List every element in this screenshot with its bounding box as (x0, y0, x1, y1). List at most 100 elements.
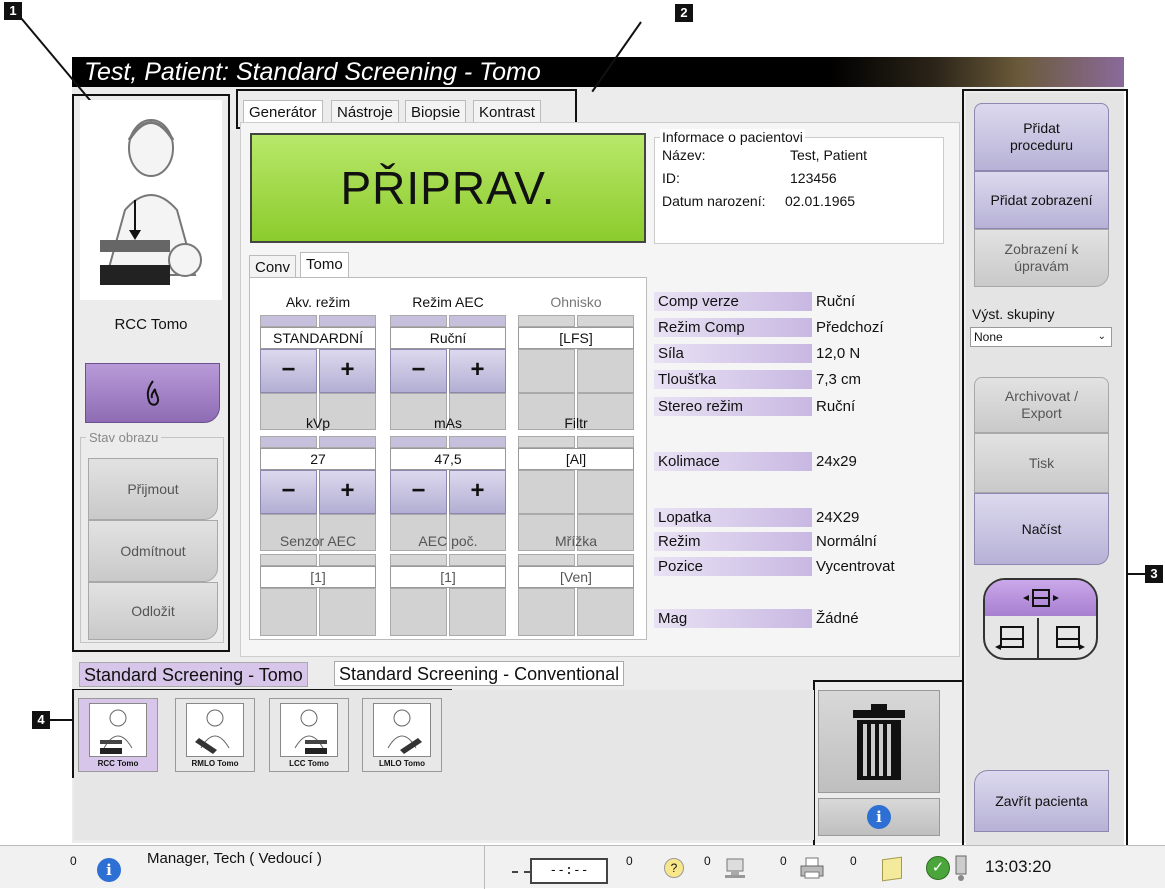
acq-mode-minus-button[interactable]: − (260, 349, 317, 393)
paddle-left-button[interactable] (985, 618, 1039, 658)
aec-mode-plus-button[interactable]: + (449, 349, 506, 393)
count-1: 0 (626, 854, 633, 868)
help-icon[interactable]: ? (664, 858, 684, 878)
info-value: 24x29 (816, 453, 857, 470)
load-button[interactable]: Načíst (974, 493, 1109, 565)
tab-biopsy[interactable]: Biopsie (405, 100, 467, 124)
rcc-view-icon (89, 703, 147, 757)
thumbnail-rcc-tomo[interactable]: RCC Tomo (78, 698, 158, 772)
mas-plus-button[interactable]: + (449, 470, 506, 514)
focus-control: [LFS] (518, 315, 634, 430)
aec-sensor-control: [1] (260, 554, 376, 636)
paddle-right-icon (1055, 626, 1085, 650)
aec-mode-minus-button[interactable]: − (390, 349, 447, 393)
info-value: 24X29 (816, 509, 860, 526)
aec-mode-control: Ruční − + (390, 315, 506, 430)
aec-count-control: [1] (390, 554, 506, 636)
focus-label: Ohnisko (550, 294, 602, 310)
info-key: Režim Comp (654, 318, 812, 337)
expose-button[interactable] (85, 363, 220, 423)
grid-value: [Ven] (518, 566, 634, 588)
acq-mode-label: Akv. režim (285, 294, 351, 310)
rmlo-view-icon (186, 703, 244, 757)
thumbnail-lmlo-tomo[interactable]: LMLO Tomo (362, 698, 442, 772)
callout-4: 4 (32, 711, 50, 729)
check-status-icon[interactable]: ✓ (926, 856, 950, 880)
thumbnail-rmlo-tomo[interactable]: RMLO Tomo (175, 698, 255, 772)
grid-control: [Ven] (518, 554, 634, 636)
kvp-minus-button[interactable]: − (260, 470, 317, 514)
info-button[interactable]: i (818, 798, 940, 836)
output-groups-label: Výst. skupiny (972, 306, 1055, 322)
tab-generator[interactable]: Generátor (243, 100, 323, 124)
paddle-right-button[interactable] (1041, 618, 1096, 658)
count-3: 0 (780, 854, 787, 868)
info-value: Vycentrovat (816, 558, 895, 575)
patient-name: Test, Patient (790, 147, 868, 163)
info-key: Comp verze (654, 292, 812, 311)
accept-button[interactable]: Přijmout (88, 458, 218, 520)
procedure-tab-conventional[interactable]: Standard Screening - Conventional (334, 661, 625, 686)
chevron-down-icon: ⌄ (1097, 331, 1106, 342)
add-procedure-button[interactable]: Přidat proceduru (974, 103, 1109, 171)
thumbnail-lcc-tomo[interactable]: LCC Tomo (269, 698, 349, 772)
breast-compression-icon (100, 119, 202, 285)
defer-button[interactable]: Odložit (88, 582, 218, 640)
tab-tomo[interactable]: Tomo (300, 252, 349, 278)
callout-3-connector (813, 680, 964, 682)
info-key: Tloušťka (654, 370, 812, 389)
callout-3-line (1128, 573, 1145, 575)
tab-conv[interactable]: Conv (249, 255, 297, 279)
mas-minus-button[interactable]: − (390, 470, 447, 514)
aec-sensor-label: Senzor AEC (279, 533, 357, 549)
aec-mode-label: Režim AEC (412, 294, 484, 310)
view-label: RCC Tomo (114, 316, 188, 333)
timer-dashes (512, 871, 530, 873)
paddle-shift-button[interactable] (983, 578, 1098, 660)
info-value: Předchozí (816, 319, 884, 336)
kvp-plus-button[interactable]: + (319, 470, 376, 514)
user-label[interactable]: Manager, Tech ( Vedoucí ) (147, 850, 322, 867)
info-icon[interactable]: i (97, 858, 121, 882)
info-key: Lopatka (654, 508, 812, 527)
paddle-center-button[interactable] (985, 580, 1096, 616)
timer-display: --:-- (530, 858, 608, 884)
reject-button[interactable]: Odmítnout (88, 520, 218, 582)
kvp-label: kVp (305, 415, 331, 431)
count-4: 0 (850, 854, 857, 868)
edit-view-button[interactable]: Zobrazení k úpravám (974, 229, 1109, 287)
callout-4-line (50, 719, 72, 721)
filter-value: [Al] (518, 448, 634, 470)
patient-id-label: ID: (662, 170, 680, 186)
callout-1: 1 (4, 2, 22, 20)
device-icon[interactable] (952, 854, 972, 882)
output-groups-select[interactable]: None ⌄ (970, 327, 1112, 347)
output-groups-value: None (974, 330, 1003, 344)
acq-mode-control: STANDARDNÍ − + (260, 315, 376, 430)
info-value: 7,3 cm (816, 371, 862, 388)
tab-contrast[interactable]: Kontrast (473, 100, 541, 124)
archive-export-button[interactable]: Archivovat / Export (974, 377, 1109, 433)
print-button[interactable]: Tisk (974, 433, 1109, 493)
printer-icon[interactable] (798, 856, 826, 880)
patient-info-label: Informace o pacientovi (660, 129, 805, 145)
add-view-button[interactable]: Přidat zobrazení (974, 171, 1109, 229)
info-key: Pozice (654, 557, 812, 576)
procedure-tab-tomo[interactable]: Standard Screening - Tomo (79, 662, 308, 687)
acq-mode-plus-button[interactable]: + (319, 349, 376, 393)
tab-tools[interactable]: Nástroje (331, 100, 399, 124)
delete-button[interactable] (818, 690, 940, 793)
thumbnail-label: LCC Tomo (289, 759, 329, 768)
ready-text: PŘIPRAV. (340, 162, 556, 214)
info-key: Kolimace (654, 452, 812, 471)
aec-count-label: AEC poč. (418, 533, 478, 549)
notes-icon[interactable] (882, 856, 902, 882)
grid-label: Mřížka (555, 533, 597, 549)
callout-2: 2 (675, 4, 693, 22)
status-bar: 0 i Manager, Tech ( Vedoucí ) --:-- 0 ? … (0, 845, 1165, 889)
network-icon[interactable] (722, 856, 748, 880)
flame-icon (146, 380, 159, 406)
aec-sensor-value: [1] (260, 566, 376, 588)
close-patient-button[interactable]: Zavřít pacienta (974, 770, 1109, 832)
image-state-label: Stav obrazu (86, 430, 162, 445)
